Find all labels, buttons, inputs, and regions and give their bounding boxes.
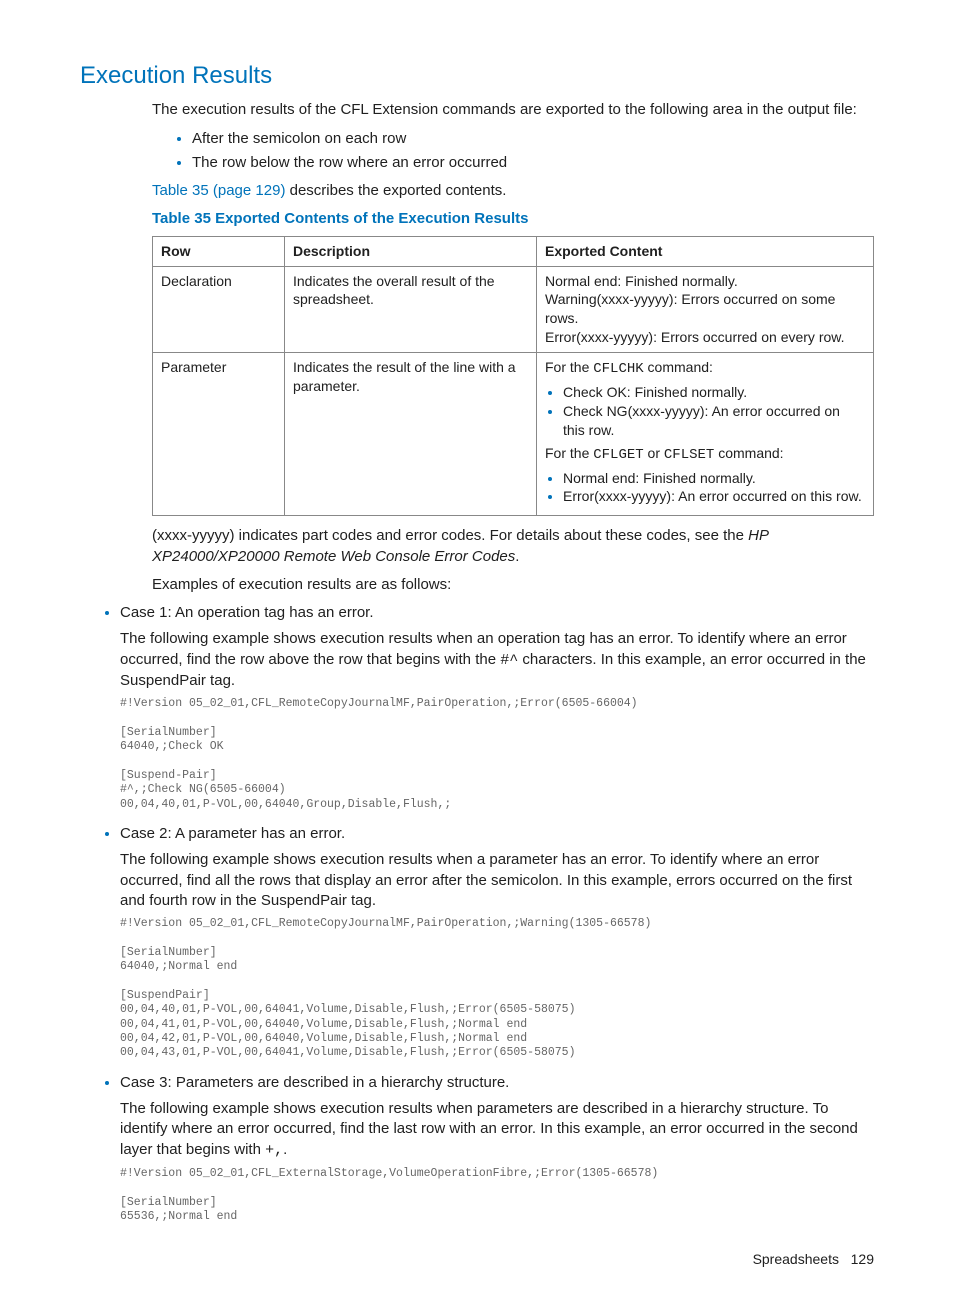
case-title: Case 1: An operation tag has an error. <box>120 604 374 621</box>
case-list: Case 1: An operation tag has an error. T… <box>80 603 874 1224</box>
exp-line: For the CFLCHK command: <box>545 358 865 379</box>
section-heading: Execution Results <box>80 60 874 92</box>
case-code-block: #!Version 05_02_01,CFL_RemoteCopyJournal… <box>120 917 874 1061</box>
case-desc: The following example shows execution re… <box>120 1099 874 1161</box>
cell-exported: For the CFLCHK command: Check OK: Finish… <box>537 353 874 516</box>
case-desc: The following example shows execution re… <box>120 850 874 911</box>
cell-desc: Indicates the result of the line with a … <box>285 353 537 516</box>
case-desc: The following example shows execution re… <box>120 629 874 691</box>
exp-sub-list: Normal end: Finished normally. Error(xxx… <box>545 469 865 507</box>
exp-sub-item: Check OK: Finished normally. <box>563 383 865 402</box>
exp-sub-list: Check OK: Finished normally. Check NG(xx… <box>545 383 865 440</box>
exp-line: Error(xxxx-yyyyy): Errors occurred on ev… <box>545 328 865 347</box>
case-item: Case 2: A parameter has an error. The fo… <box>120 824 874 1061</box>
th-description: Description <box>285 236 537 266</box>
th-exported: Exported Content <box>537 236 874 266</box>
exp-line: For the CFLGET or CFLSET command: <box>545 444 865 465</box>
intro-paragraph: The execution results of the CFL Extensi… <box>152 100 874 120</box>
cell-exported: Normal end: Finished normally. Warning(x… <box>537 266 874 353</box>
codes-note: (xxxx-yyyyy) indicates part codes and er… <box>152 526 874 567</box>
footer-page-number: 129 <box>851 1251 874 1267</box>
table-caption: Table 35 Exported Contents of the Execut… <box>152 209 874 229</box>
exp-sub-item: Check NG(xxxx-yyyyy): An error occurred … <box>563 402 865 440</box>
cell-row: Declaration <box>153 266 285 353</box>
execution-results-table: Row Description Exported Content Declara… <box>152 236 874 517</box>
exp-sub-item: Error(xxxx-yyyyy): An error occurred on … <box>563 487 865 506</box>
case-item: Case 1: An operation tag has an error. T… <box>120 603 874 812</box>
case-title: Case 3: Parameters are described in a hi… <box>120 1074 509 1091</box>
cell-row: Parameter <box>153 353 285 516</box>
xref-after-text: describes the exported contents. <box>285 182 506 199</box>
table-header-row: Row Description Exported Content <box>153 236 874 266</box>
exp-line: Normal end: Finished normally. <box>545 272 865 291</box>
page-footer: Spreadsheets 129 <box>80 1250 874 1269</box>
intro-bullets: After the semicolon on each row The row … <box>152 129 874 174</box>
exp-line: Warning(xxxx-yyyyy): Errors occurred on … <box>545 290 865 328</box>
examples-intro: Examples of execution results are as fol… <box>152 575 874 595</box>
footer-section-name: Spreadsheets <box>753 1251 839 1267</box>
intro-bullet-2: The row below the row where an error occ… <box>192 153 874 173</box>
case-code-block: #!Version 05_02_01,CFL_RemoteCopyJournal… <box>120 697 874 812</box>
cell-desc: Indicates the overall result of the spre… <box>285 266 537 353</box>
th-row: Row <box>153 236 285 266</box>
table-row: Parameter Indicates the result of the li… <box>153 353 874 516</box>
exp-sub-item: Normal end: Finished normally. <box>563 469 865 488</box>
xref-paragraph: Table 35 (page 129) describes the export… <box>152 181 874 201</box>
case-item: Case 3: Parameters are described in a hi… <box>120 1073 874 1225</box>
case-title: Case 2: A parameter has an error. <box>120 825 345 842</box>
table-row: Declaration Indicates the overall result… <box>153 266 874 353</box>
table-xref-link[interactable]: Table 35 (page 129) <box>152 182 285 199</box>
case-code-block: #!Version 05_02_01,CFL_ExternalStorage,V… <box>120 1167 874 1225</box>
intro-bullet-1: After the semicolon on each row <box>192 129 874 149</box>
